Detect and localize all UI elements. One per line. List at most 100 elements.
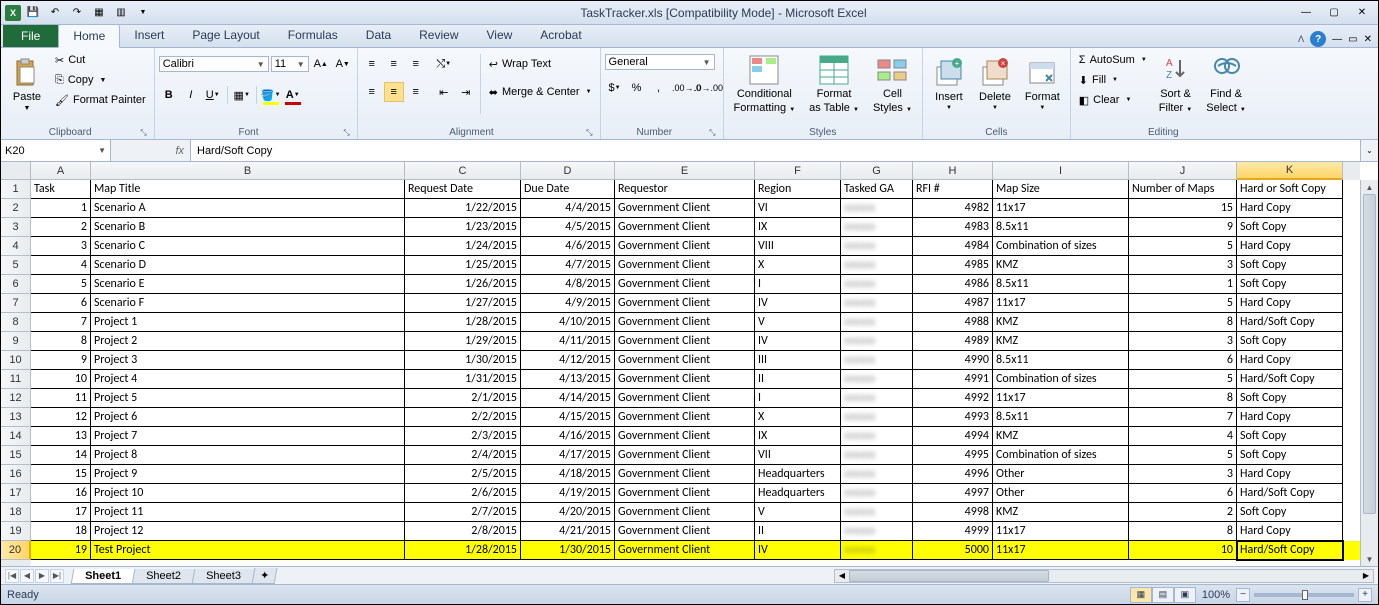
cell[interactable]: 11x17: [993, 541, 1129, 560]
row-header[interactable]: 15: [1, 446, 31, 465]
align-bottom-icon[interactable]: ≡: [406, 54, 426, 74]
cell[interactable]: 1/27/2015: [405, 294, 521, 313]
cell[interactable]: 8: [1129, 313, 1237, 332]
cell[interactable]: 4/8/2015: [521, 275, 615, 294]
align-center-icon[interactable]: ≡: [384, 82, 404, 102]
formula-input[interactable]: [191, 140, 1360, 161]
cut-button[interactable]: ✂Cut: [51, 50, 150, 70]
decrease-decimal-icon[interactable]: .0→.00: [699, 78, 719, 98]
cell[interactable]: 4995: [913, 446, 993, 465]
help-icon[interactable]: ?: [1310, 31, 1326, 47]
row-header[interactable]: 7: [1, 294, 31, 313]
window-restore-doc[interactable]: ▭: [1348, 34, 1357, 45]
cell[interactable]: Hard/Soft Copy: [1237, 370, 1343, 389]
align-right-icon[interactable]: ≡: [406, 82, 426, 102]
last-sheet-icon[interactable]: ▶|: [50, 569, 64, 583]
cell[interactable]: Scenario D: [91, 256, 405, 275]
align-left-icon[interactable]: ≡: [362, 82, 382, 102]
column-header[interactable]: B: [91, 162, 405, 180]
cell[interactable]: III: [755, 351, 841, 370]
cell[interactable]: IX: [755, 218, 841, 237]
cell[interactable]: Government Client: [615, 484, 755, 503]
cell[interactable]: 4982: [913, 199, 993, 218]
cell[interactable]: 5: [1129, 446, 1237, 465]
merge-center-button[interactable]: ⬌Merge & Center▼: [485, 82, 596, 102]
cell[interactable]: Combination of sizes: [993, 237, 1129, 256]
cell[interactable]: Government Client: [615, 256, 755, 275]
cell[interactable]: Task: [31, 180, 91, 199]
cell[interactable]: Hard Copy: [1237, 522, 1343, 541]
cell[interactable]: Project 10: [91, 484, 405, 503]
decrease-font-icon[interactable]: A▼: [333, 54, 353, 74]
cell[interactable]: Hard or Soft Copy: [1237, 180, 1343, 199]
cell[interactable]: xxxxxx: [841, 503, 913, 522]
cell[interactable]: KMZ: [993, 332, 1129, 351]
font-combo[interactable]: Calibri▼: [159, 56, 269, 72]
percent-icon[interactable]: %: [627, 78, 647, 98]
column-header[interactable]: F: [755, 162, 841, 180]
cell[interactable]: 4/6/2015: [521, 237, 615, 256]
column-header[interactable]: A: [31, 162, 91, 180]
cell[interactable]: Combination of sizes: [993, 370, 1129, 389]
window-minimize-doc[interactable]: —: [1332, 34, 1342, 45]
row-header[interactable]: 10: [1, 351, 31, 370]
cell[interactable]: Hard/Soft Copy: [1237, 484, 1343, 503]
cell[interactable]: xxxxxx: [841, 256, 913, 275]
cell[interactable]: X: [755, 256, 841, 275]
sheet-tab[interactable]: Sheet2: [132, 569, 196, 584]
cell[interactable]: 4998: [913, 503, 993, 522]
close-button[interactable]: ✕: [1350, 5, 1374, 21]
cell[interactable]: 3: [1129, 465, 1237, 484]
scroll-left-icon[interactable]: ◀: [835, 570, 849, 582]
tab-insert[interactable]: Insert: [120, 24, 178, 47]
zoom-level[interactable]: 100%: [1202, 589, 1230, 601]
cell[interactable]: 11x17: [993, 294, 1129, 313]
cell[interactable]: 4989: [913, 332, 993, 351]
zoom-in-button[interactable]: +: [1358, 588, 1372, 602]
cell[interactable]: 5: [1129, 237, 1237, 256]
cell[interactable]: Scenario B: [91, 218, 405, 237]
increase-font-icon[interactable]: A▲: [311, 54, 331, 74]
dialog-launcher[interactable]: ⤡: [137, 128, 149, 138]
cell[interactable]: X: [755, 408, 841, 427]
cell[interactable]: Soft Copy: [1237, 446, 1343, 465]
zoom-out-button[interactable]: −: [1236, 588, 1250, 602]
prev-sheet-icon[interactable]: ◀: [20, 569, 34, 583]
cell[interactable]: 4997: [913, 484, 993, 503]
cell[interactable]: 11x17: [993, 389, 1129, 408]
cell[interactable]: Hard Copy: [1237, 237, 1343, 256]
qat-customize[interactable]: ▼: [133, 3, 153, 23]
cell[interactable]: xxxxxx: [841, 389, 913, 408]
row-header[interactable]: 11: [1, 370, 31, 389]
cell[interactable]: 5: [1129, 370, 1237, 389]
cell[interactable]: Due Date: [521, 180, 615, 199]
cell[interactable]: 9: [1129, 218, 1237, 237]
cell[interactable]: Scenario A: [91, 199, 405, 218]
tab-data[interactable]: Data: [352, 24, 405, 47]
cell[interactable]: 1: [31, 199, 91, 218]
cell[interactable]: 2: [31, 218, 91, 237]
cell[interactable]: Government Client: [615, 427, 755, 446]
cell[interactable]: 1/30/2015: [405, 351, 521, 370]
cell[interactable]: 16: [31, 484, 91, 503]
cell[interactable]: Project 5: [91, 389, 405, 408]
cell[interactable]: 4: [1129, 427, 1237, 446]
row-header[interactable]: 16: [1, 465, 31, 484]
cell[interactable]: 4: [31, 256, 91, 275]
tab-page-layout[interactable]: Page Layout: [178, 24, 273, 47]
cell[interactable]: xxxxxx: [841, 218, 913, 237]
name-box[interactable]: ▼: [1, 140, 111, 161]
cell[interactable]: Government Client: [615, 294, 755, 313]
italic-button[interactable]: I: [181, 85, 201, 105]
sheet-tab[interactable]: Sheet1: [71, 569, 136, 584]
cell[interactable]: Hard Copy: [1237, 199, 1343, 218]
cell[interactable]: 3: [1129, 256, 1237, 275]
cell[interactable]: 1/31/2015: [405, 370, 521, 389]
cell[interactable]: Government Client: [615, 237, 755, 256]
cell[interactable]: 6: [1129, 351, 1237, 370]
cell[interactable]: Requestor: [615, 180, 755, 199]
scroll-right-icon[interactable]: ▶: [1359, 570, 1373, 582]
cell[interactable]: Map Size: [993, 180, 1129, 199]
format-cells-button[interactable]: Format▼: [1019, 50, 1066, 118]
cell[interactable]: 8.5x11: [993, 408, 1129, 427]
